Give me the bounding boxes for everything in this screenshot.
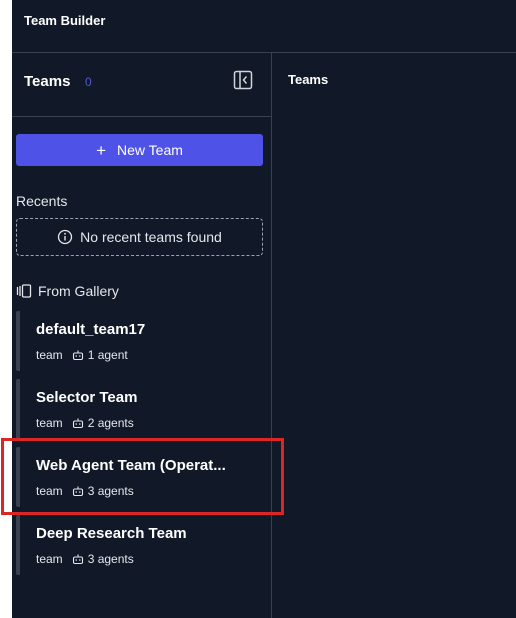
team-count-badge: 0 [85, 75, 92, 89]
selection-highlight [1, 438, 284, 515]
sidebar-heading: Teams [24, 73, 71, 90]
robot-icon [72, 418, 83, 429]
team-name: Deep Research Team [36, 525, 187, 542]
sidebar-collapse-icon [233, 70, 253, 90]
collapse-sidebar-button[interactable] [233, 70, 253, 90]
gallery-label: From Gallery [38, 283, 119, 299]
team-type: team [36, 348, 63, 362]
gallery-team-item[interactable]: Deep Research Team team 3 agents [16, 515, 266, 575]
team-type: team [36, 416, 63, 430]
team-agent-count: 3 agents [87, 552, 134, 566]
team-meta: team 3 agents [36, 552, 134, 566]
sidebar: Teams 0 + New Team Recents No recent tea… [12, 53, 272, 618]
new-team-label: New Team [117, 142, 183, 158]
recents-heading: Recents [16, 193, 68, 209]
team-agent-count: 2 agents [87, 416, 134, 430]
recents-empty-text: No recent teams found [80, 229, 222, 245]
plus-icon: + [96, 140, 107, 160]
gallery-heading: From Gallery [16, 283, 119, 299]
team-name: Selector Team [36, 389, 138, 406]
team-type: team [36, 552, 63, 566]
sidebar-header: Teams 0 [12, 53, 272, 117]
recents-empty-state: No recent teams found [16, 218, 263, 256]
info-icon [58, 229, 73, 245]
new-team-button[interactable]: + New Team [16, 134, 263, 166]
team-builder-app: Team Builder Teams 0 + New Team Recents [1, 0, 516, 618]
team-meta: team 2 agents [36, 416, 134, 430]
gallery-team-item[interactable]: default_team17 team 1 agent [16, 311, 266, 371]
team-meta: team 1 agent [36, 348, 128, 362]
app-title: Team Builder [24, 13, 106, 28]
main-panel-title: Teams [288, 72, 329, 87]
title-bar: Team Builder [12, 0, 516, 53]
gallery-icon [16, 284, 32, 298]
team-name: default_team17 [36, 321, 146, 338]
team-agent-count: 1 agent [87, 348, 128, 362]
gallery-team-item[interactable]: Selector Team team 2 agents [16, 379, 266, 439]
robot-icon [72, 554, 83, 565]
robot-icon [72, 350, 83, 361]
